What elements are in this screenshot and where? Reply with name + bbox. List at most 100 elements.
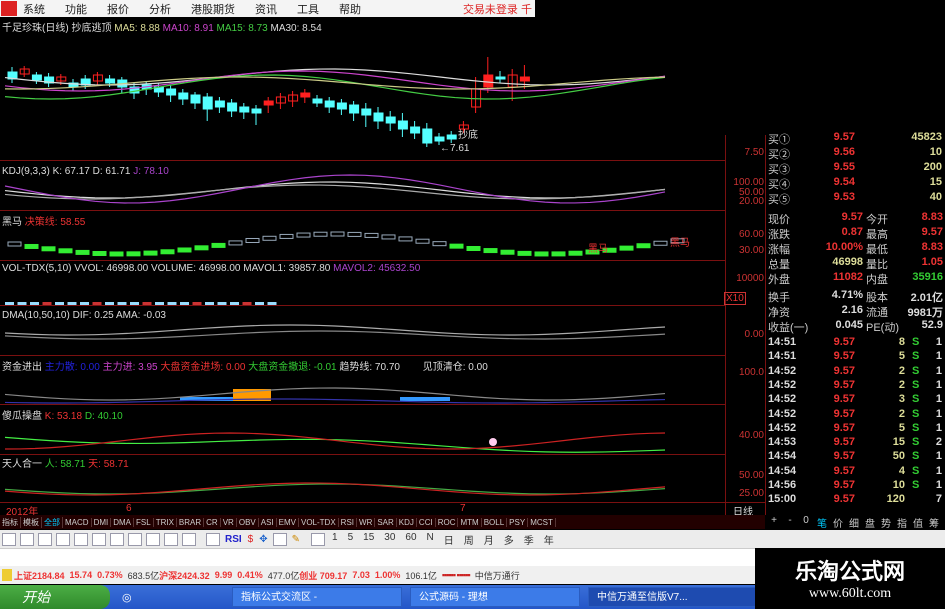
right-tab[interactable]: 笔 (814, 515, 830, 530)
tab-obv[interactable]: OBV (237, 517, 259, 527)
divider (0, 355, 725, 356)
index-cy[interactable]: 创业 709.17 (299, 569, 347, 582)
zoom-icon[interactable] (182, 532, 196, 546)
tab-psy[interactable]: PSY (507, 517, 529, 527)
right-tab[interactable]: 0 (798, 515, 814, 530)
tab-dmi[interactable]: DMI (92, 517, 112, 527)
menu-analysis[interactable]: 分析 (149, 1, 171, 17)
rsi-button[interactable]: RSI (225, 534, 242, 545)
tab-mcst[interactable]: MCST (528, 517, 556, 527)
trade-login-status[interactable]: 交易未登录 千 (463, 1, 532, 17)
tab-wr[interactable]: WR (357, 517, 376, 527)
menu-tools[interactable]: 工具 (297, 1, 319, 17)
stat-label: 收益(一) (768, 322, 809, 334)
tab-vr[interactable]: VR (221, 517, 237, 527)
stat-value: 9.57 (921, 226, 943, 238)
tab-emv[interactable]: EMV (277, 517, 299, 527)
period-button[interactable]: 5 (348, 532, 354, 547)
tool-icon[interactable] (20, 532, 34, 546)
task-item[interactable]: 指标公式交流区 - (232, 587, 402, 607)
dollar-icon[interactable]: $ (248, 534, 254, 545)
right-tab[interactable]: 价 (830, 515, 846, 530)
right-tab[interactable]: 指 (894, 515, 910, 530)
right-tab[interactable]: 值 (910, 515, 926, 530)
tab-指标[interactable]: 指标 (0, 516, 21, 528)
tool-icon[interactable] (206, 532, 220, 546)
period-button[interactable]: 1 (332, 532, 338, 547)
menu-quote[interactable]: 报价 (107, 1, 129, 17)
tab-vol-tdx[interactable]: VOL-TDX (299, 517, 339, 527)
candle (312, 98, 323, 104)
tool-icon[interactable] (128, 532, 142, 546)
tab-boll[interactable]: BOLL (482, 517, 508, 527)
bid-volume: 40 (929, 191, 942, 203)
tool-icon[interactable] (110, 532, 124, 546)
tool-icon[interactable] (74, 532, 88, 546)
tab-模板[interactable]: 模板 (21, 516, 42, 528)
candle (178, 92, 189, 100)
right-tab[interactable]: + (766, 515, 782, 530)
task-item[interactable]: 中信万通至信版V7... (588, 587, 758, 607)
menu-function[interactable]: 功能 (65, 1, 87, 17)
tab-cci[interactable]: CCI (417, 517, 436, 527)
period-button[interactable]: 周 (464, 532, 474, 547)
tab-cr[interactable]: CR (204, 517, 221, 527)
candle (227, 102, 238, 112)
menu-help[interactable]: 帮助 (339, 1, 361, 17)
tab-dma[interactable]: DMA (111, 517, 135, 527)
menu-hk-futures[interactable]: 港股期货 (191, 1, 235, 17)
period-button[interactable]: 年 (544, 532, 554, 547)
period-button[interactable]: 季 (524, 532, 534, 547)
tool-icon[interactable] (92, 532, 106, 546)
stat-value: 4.71% (831, 289, 863, 301)
move-icon[interactable]: ✥ (259, 534, 267, 545)
stat-label: 外盘 (768, 274, 790, 286)
pencil-icon[interactable]: ✎ (292, 534, 300, 545)
volume-scale-badge[interactable]: X10 (724, 292, 746, 305)
stat-value: 8.83 (921, 211, 943, 223)
indicator-tabs: 指标 模板 全部 MACD DMI DMA FSL TRIX BRAR CR VR OBV ASI EMV… (0, 515, 765, 529)
stat-value: 9981万 (907, 307, 943, 319)
period-button[interactable]: 30 (384, 532, 395, 547)
tab-fsl[interactable]: FSL (134, 517, 154, 527)
tab-rsi[interactable]: RSI (339, 517, 358, 527)
period-button[interactable]: 月 (484, 532, 494, 547)
tool-icon[interactable] (164, 532, 178, 546)
right-tab[interactable]: 势 (878, 515, 894, 530)
right-tab[interactable]: - (782, 515, 798, 530)
tool-icon[interactable] (2, 532, 16, 546)
formula-icon[interactable] (311, 532, 326, 546)
tab-asi[interactable]: ASI (259, 517, 277, 527)
period-button[interactable]: N (427, 532, 434, 547)
broker-label: 中信万通行 (474, 570, 520, 581)
candle-icon[interactable] (56, 532, 70, 546)
tab-trix[interactable]: TRIX (154, 517, 177, 527)
right-tab[interactable]: 筹 (926, 515, 942, 530)
right-tab[interactable]: 细 (846, 515, 862, 530)
task-item[interactable]: 公式源码 - 理想 (410, 587, 580, 607)
heima-bar (568, 250, 583, 256)
start-button[interactable]: 开始 (0, 585, 110, 609)
index-sz[interactable]: 沪深2424.32 (159, 569, 210, 582)
period-button[interactable]: 多 (504, 532, 514, 547)
tool-icon[interactable] (272, 532, 287, 546)
tab-roc[interactable]: ROC (436, 517, 459, 527)
line-chart-icon[interactable] (38, 532, 52, 546)
browser-icon[interactable]: ◎ (122, 591, 142, 604)
right-tab[interactable]: 盘 (862, 515, 878, 530)
tab-macd[interactable]: MACD (63, 517, 92, 527)
axis-label: 60.00 (738, 229, 764, 240)
period-button[interactable]: 日 (444, 532, 454, 547)
period-button[interactable]: 60 (405, 532, 416, 547)
menu-news[interactable]: 资讯 (255, 1, 277, 17)
tab-mtm[interactable]: MTM (458, 517, 482, 527)
bid-label: 买② (768, 149, 790, 161)
index-sh[interactable]: 上证2184.84 (14, 569, 65, 582)
tab-kdj[interactable]: KDJ (397, 517, 417, 527)
tab-brar[interactable]: BRAR (177, 517, 205, 527)
tab-sar[interactable]: SAR (375, 517, 397, 527)
menu-system[interactable]: 系统 (23, 1, 45, 17)
tool-icon[interactable] (146, 532, 160, 546)
tab-全部[interactable]: 全部 (42, 516, 63, 528)
period-button[interactable]: 15 (363, 532, 374, 547)
